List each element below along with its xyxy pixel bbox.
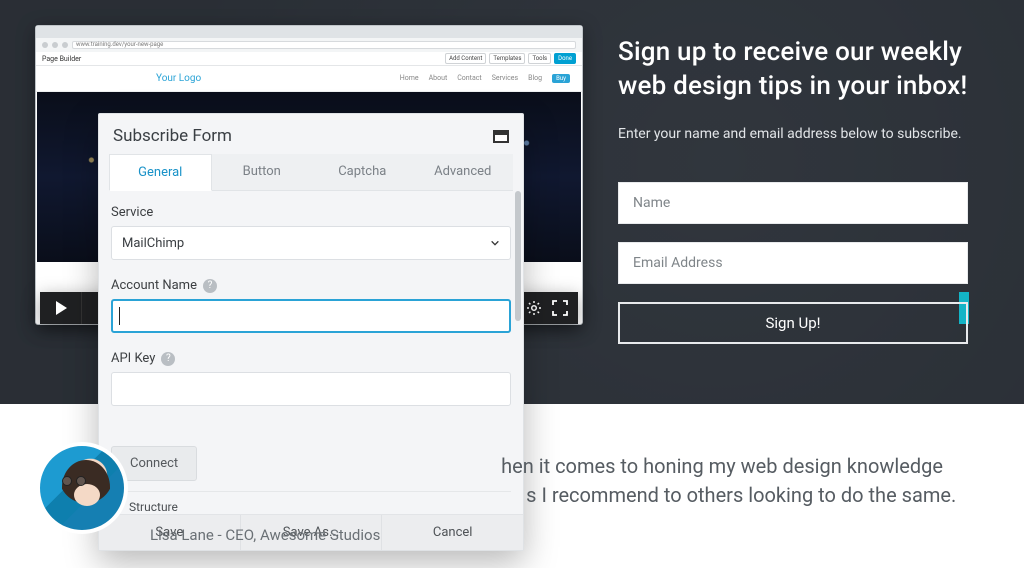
account-name-label: Account Name [111,278,197,293]
site-nav: Your Logo Home About Contact Services Bl… [36,66,582,92]
page-builder-label: Page Builder [42,55,81,63]
service-label: Service [111,205,511,220]
testimonial-quote: XXXXXXXXXXXXXXXXXXXXXXXXXXXXhen it comes… [150,452,984,510]
service-select[interactable]: MailChimp [111,226,511,260]
nav-blog[interactable]: Blog [528,74,542,83]
toolbar-add-content[interactable]: Add Content [445,53,486,64]
signup-heading: Sign up to receive our weekly web design… [618,36,978,104]
tab-button[interactable]: Button [212,154,313,190]
tab-advanced[interactable]: Advanced [413,154,514,190]
api-key-label: API Key [111,351,155,366]
signup-button-label: Sign Up! [766,314,821,332]
signup-panel: Sign up to receive our weekly web design… [618,36,978,344]
toolbar-templates[interactable]: Templates [489,53,525,64]
modal-tabs: General Button Captcha Advanced [109,154,513,191]
browser-url: www.training.dev/your-new-page [72,41,576,49]
signup-subtext: Enter your name and email address below … [618,126,978,142]
email-field[interactable]: Email Address [618,242,968,284]
tab-general[interactable]: General [109,154,212,191]
toolbar-done[interactable]: Done [554,53,576,64]
browser-address-bar: www.training.dev/your-new-page [36,38,582,52]
nav-services[interactable]: Services [492,74,518,83]
toolbar-tools[interactable]: Tools [528,53,551,64]
name-field[interactable]: Name [618,182,968,224]
testimonial: XXXXXXXXXXXXXXXXXXXXXXXXXXXXhen it comes… [150,452,984,544]
avatar-glasses [62,476,98,486]
help-icon[interactable]: ? [203,279,217,293]
chevron-down-icon [490,238,500,248]
api-key-input[interactable] [111,372,511,406]
nav-about[interactable]: About [429,74,448,83]
nav-home[interactable]: Home [400,74,419,83]
fullscreen-icon[interactable] [552,300,568,316]
signup-button[interactable]: Sign Up! [618,302,968,344]
modal-scrollbar[interactable] [515,191,521,321]
name-placeholder: Name [633,195,670,211]
window-icon[interactable] [493,130,509,143]
email-placeholder: Email Address [633,255,723,271]
nav-buy[interactable]: Buy [552,74,570,83]
testimonial-cite: Lisa Lane - CEO, Awesome Studios [150,526,984,544]
play-button[interactable] [40,292,82,324]
service-value: MailChimp [122,236,184,251]
settings-icon[interactable] [526,300,542,316]
tab-captcha[interactable]: Captcha [312,154,413,190]
nav-contact[interactable]: Contact [457,74,481,83]
play-icon [53,300,69,316]
avatar [36,442,128,534]
quote-line-2: s I recommend to others looking to do th… [526,483,956,507]
account-name-input[interactable] [111,299,511,333]
modal-title: Subscribe Form [113,126,232,146]
page-builder-toolbar: Page Builder Add Content Templates Tools… [36,52,582,66]
help-icon[interactable]: ? [161,352,175,366]
browser-tab-strip [36,26,582,38]
quote-line-1: hen it comes to honing my web design kno… [501,454,943,478]
site-logo[interactable]: Your Logo [156,73,201,84]
